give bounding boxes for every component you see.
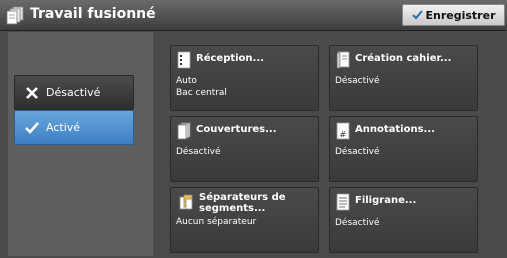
- annotations-button[interactable]: # Annotations... Désactivé: [329, 116, 478, 182]
- couvertures-value: Désactivé: [176, 147, 221, 157]
- separator-icon: [179, 194, 193, 210]
- filigrane-button[interactable]: Filigrane... Désactivé: [329, 187, 478, 253]
- svg-text:#: #: [340, 130, 347, 139]
- save-button-label: Enregistrer: [425, 8, 496, 22]
- option-enabled-label: Activé: [46, 121, 81, 134]
- creation-cahier-button[interactable]: Création cahier... Désactivé: [329, 45, 478, 111]
- separateurs-title: Séparateurs de segments...: [199, 192, 286, 214]
- covers-icon: [177, 122, 191, 140]
- booklet-icon: [336, 51, 350, 69]
- close-icon: [26, 86, 38, 99]
- reception-button[interactable]: Réception... Auto Bac central: [170, 45, 319, 111]
- annotation-icon: #: [336, 122, 350, 140]
- couvertures-button[interactable]: Couvertures... Désactivé: [170, 116, 319, 182]
- separateurs-title-line2: segments...: [199, 203, 266, 214]
- creation-cahier-title: Création cahier...: [355, 53, 452, 64]
- option-enabled-button[interactable]: Activé: [14, 110, 134, 145]
- page-title: Travail fusionné: [30, 6, 156, 22]
- couvertures-title: Couvertures...: [196, 124, 277, 135]
- save-button[interactable]: Enregistrer: [402, 4, 505, 26]
- option-disabled-label: Désactivé: [46, 86, 101, 99]
- filigrane-title: Filigrane...: [355, 195, 417, 206]
- watermark-icon: [336, 193, 350, 211]
- title-bar: Travail fusionné Enregistrer: [0, 0, 507, 31]
- checkmark-icon: [411, 10, 423, 20]
- filigrane-value: Désactivé: [335, 218, 380, 228]
- output-tray-icon: [177, 51, 191, 69]
- reception-tray-value: Bac central: [176, 88, 227, 98]
- annotations-title: Annotations...: [355, 124, 435, 135]
- separateurs-title-line1: Séparateurs de: [199, 192, 286, 203]
- option-disabled-button[interactable]: Désactivé: [14, 75, 134, 110]
- reception-title: Réception...: [196, 53, 264, 64]
- reception-value: Auto: [176, 76, 197, 86]
- merged-job-icon: [6, 6, 24, 25]
- checkmark-icon: [25, 121, 39, 134]
- annotations-value: Désactivé: [335, 147, 380, 157]
- creation-cahier-value: Désactivé: [335, 76, 380, 86]
- separateurs-button[interactable]: Séparateurs de segments... Aucun séparat…: [170, 187, 319, 253]
- separateurs-value: Aucun séparateur: [176, 217, 257, 227]
